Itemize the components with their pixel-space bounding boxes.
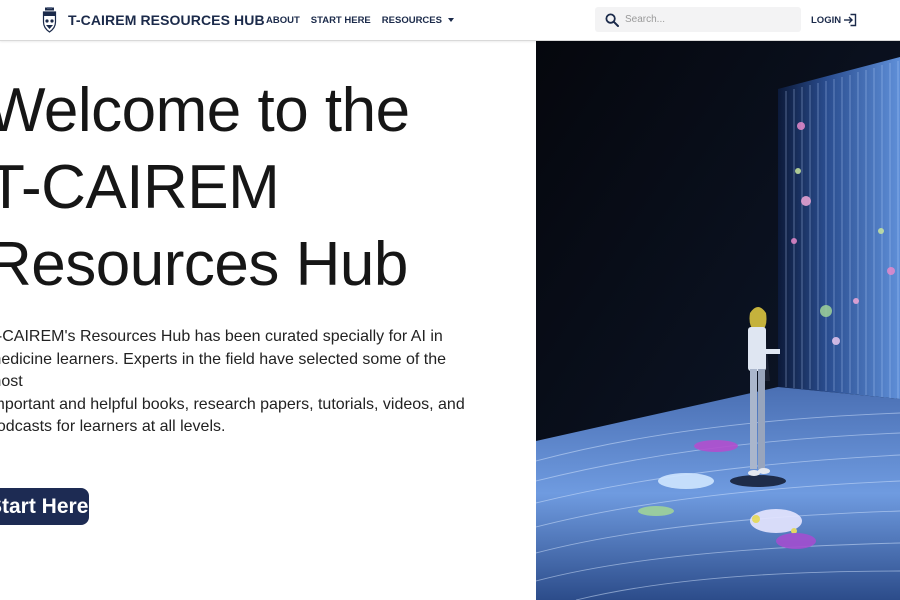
login-icon [844, 13, 857, 27]
hero-description-line: important and helpful books, research pa… [0, 395, 465, 413]
hero-title-line: T-CAIREM [0, 153, 280, 222]
nav-start-here[interactable]: START HERE [311, 15, 371, 26]
hero-image [536, 41, 900, 600]
nav-resources[interactable]: RESOURCES [382, 15, 454, 26]
search-icon[interactable] [605, 13, 619, 27]
hero-title: Welcome to the T-CAIREM Resources Hub [0, 72, 507, 303]
login-button[interactable]: LOGIN [811, 0, 857, 40]
hero-title-line: Resources Hub [0, 230, 408, 299]
nav-resources-label: RESOURCES [381, 14, 442, 26]
start-here-button[interactable]: Start Here [0, 488, 89, 525]
hero-description-line: T-CAIREM's Resources Hub has been curate… [0, 328, 443, 345]
brand-link[interactable]: T-CAIREM RESOURCES HUB [42, 6, 265, 34]
digital-art-installation-image [536, 41, 900, 600]
hero-description: T-CAIREM's Resources Hub has been curate… [0, 326, 478, 439]
search-input[interactable] [625, 14, 785, 25]
login-label: LOGIN [811, 14, 842, 26]
hero-title-line: Welcome to the [0, 76, 410, 145]
main-nav: ABOUT START HERE RESOURCES [266, 0, 465, 40]
caret-down-icon [447, 18, 454, 22]
top-navbar: T-CAIREM RESOURCES HUB ABOUT START HERE … [0, 0, 900, 41]
page: T-CAIREM RESOURCES HUB ABOUT START HERE … [0, 0, 900, 600]
university-crest-icon [42, 7, 57, 33]
search-box [595, 7, 801, 32]
hero-description-line: podcasts for learners at all levels. [0, 418, 226, 435]
nav-about[interactable]: ABOUT [266, 15, 300, 26]
brand-title: T-CAIREM RESOURCES HUB [68, 12, 265, 28]
hero-description-line: medicine learners. Experts in the field … [0, 350, 447, 391]
